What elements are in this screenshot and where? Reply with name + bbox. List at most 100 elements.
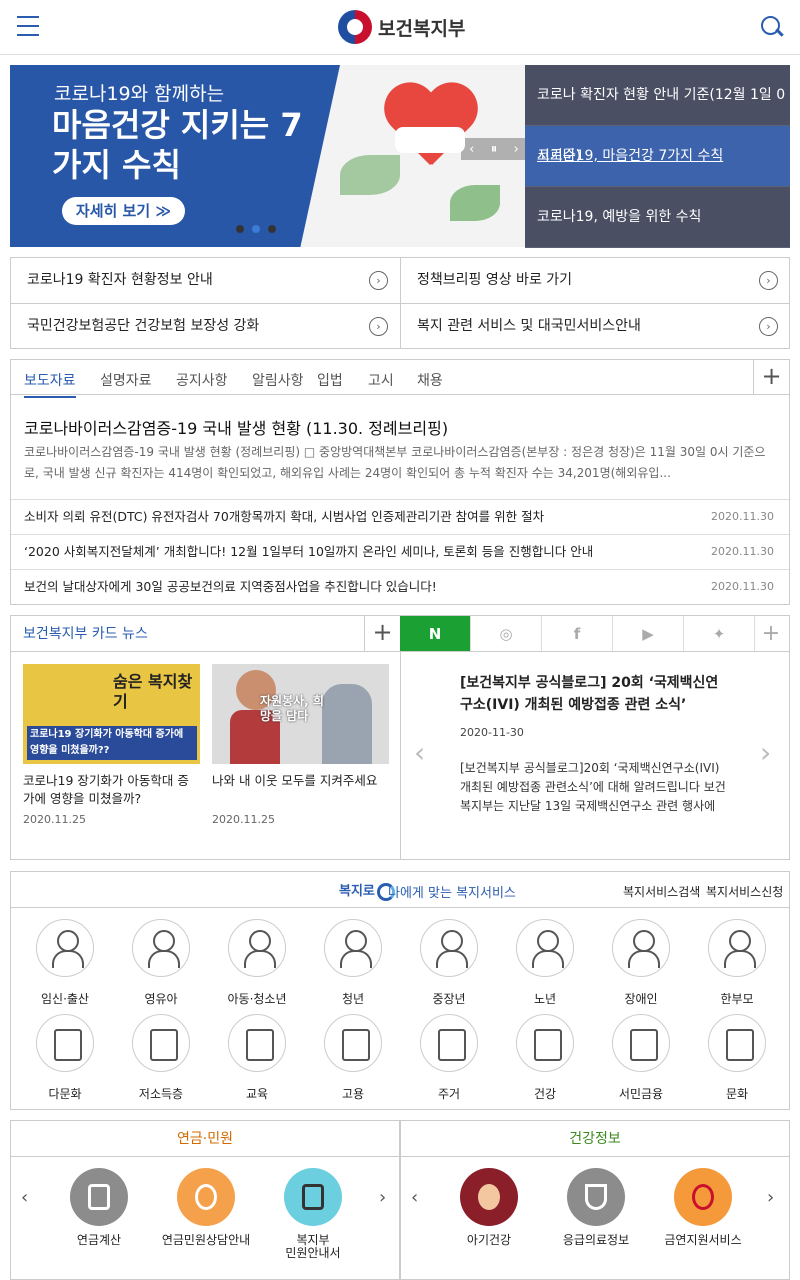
hamburger-icon[interactable] <box>17 16 39 36</box>
next-arrow-icon[interactable]: › <box>514 142 519 157</box>
youtube-icon[interactable]: ▶ <box>613 616 684 651</box>
more-plus-icon[interactable]: + <box>364 616 400 652</box>
site-logo[interactable]: 보건복지부 <box>338 10 465 44</box>
twitter-icon[interactable]: ✦ <box>684 616 755 651</box>
pregnancy-icon <box>36 919 94 977</box>
quick-link[interactable]: 코로나19 확진자 현황정보 안내 › <box>11 258 400 303</box>
quick-link[interactable]: 정책브리핑 영상 바로 가기 › <box>401 258 790 303</box>
chevron-left-icon[interactable]: ‹ <box>21 1187 28 1208</box>
pension-calc-button[interactable]: 연금계산 <box>49 1168 149 1247</box>
disabled-icon-button[interactable]: 장애인 <box>593 919 689 1007</box>
news-row-date: 2020.11.30 <box>711 580 774 593</box>
senior-icon-button[interactable]: 노년 <box>497 919 593 1007</box>
sns-post-body[interactable]: [보건복지부 공식블로그]20회 ‘국제백신연구소(IVI) 개최된 예방접종 … <box>460 759 726 817</box>
card-caption[interactable]: 나와 내 이웃 모두를 지켜주세요 <box>212 772 389 790</box>
chevron-right-icon[interactable]: › <box>767 1187 774 1208</box>
prev-arrow-icon[interactable]: ‹ <box>469 142 474 157</box>
banner-side-item-active[interactable]: 코로나19, 마음건강 7가지 수칙 <box>525 126 790 187</box>
banner-side-item[interactable]: 코로나19, 예방을 위한 수칙 <box>525 187 790 248</box>
card-caption[interactable]: 코로나19 장기화가 아동학대 증가에 영향을 미쳤을까? <box>23 772 200 808</box>
youth-icon-button[interactable]: 아동·청소년 <box>209 919 305 1007</box>
quick-link[interactable]: 복지 관련 서비스 및 대국민서비스안내 › <box>401 304 790 349</box>
page-dot[interactable] <box>268 225 276 233</box>
welfare-apply-link[interactable]: 복지서비스신청 <box>706 883 783 900</box>
more-plus-icon[interactable]: + <box>753 360 789 395</box>
tab-explanation[interactable]: 설명자료 <box>100 370 152 390</box>
icon-label: 한부모 <box>720 992 754 1006</box>
bokjiro-logo[interactable]: 복지로 <box>339 880 395 901</box>
housing-icon-button[interactable]: 주거 <box>401 1014 497 1102</box>
tab-notification[interactable]: 고시 <box>368 370 394 390</box>
news-row-date: 2020.11.30 <box>711 510 774 523</box>
medical-bowl-icon <box>567 1168 625 1226</box>
emergency-info-button[interactable]: 응급의료정보 <box>546 1168 646 1247</box>
instagram-icon[interactable]: ◎ <box>471 616 542 651</box>
featured-news-body[interactable]: 코로나바이러스감염증-19 국내 발생 현황 (정례브리핑) □ 중앙방역대책본… <box>24 442 779 484</box>
banner-side-item[interactable]: 코로나 확진자 현황 안내 기준(12월 1일 0시기준) <box>525 65 790 164</box>
welfare-title: 나에게 맞는 복지서비스 <box>388 886 516 901</box>
low-income-icon-button[interactable]: 저소득층 <box>113 1014 209 1102</box>
header: 보건복지부 <box>0 0 800 55</box>
banner-title: 마음건강 지키는 7가지 수칙 <box>52 106 303 184</box>
facebook-icon[interactable]: f <box>542 616 613 651</box>
multicultural-icon-button[interactable]: 다문화 <box>17 1014 113 1102</box>
page-dot[interactable] <box>236 225 244 233</box>
bokjiro-logo-text: 복지로 <box>339 884 375 899</box>
finance-icon-button[interactable]: 서민금융 <box>593 1014 689 1102</box>
civil-guide-button[interactable]: 복지부 민원안내서 <box>263 1168 363 1260</box>
tab-notice[interactable]: 공지사항 <box>176 370 228 390</box>
icon-label: 고용 <box>341 1087 365 1101</box>
house-icon <box>420 1014 478 1072</box>
banner-subtitle: 코로나19와 함께하는 <box>54 83 225 105</box>
quick-link[interactable]: 국민건강보험공단 건강보험 보장성 강화 › <box>11 304 400 349</box>
phone-icon <box>177 1168 235 1226</box>
arrow-right-icon: › <box>759 317 778 336</box>
chevron-right-icon[interactable]: › <box>379 1187 386 1208</box>
main-banner[interactable]: 코로나19와 함께하는 마음건강 지키는 7가지 수칙 자세히 보기 ≫ ‹ ⏸… <box>10 65 525 247</box>
sns-post-title[interactable]: [보건복지부 공식블로그] 20회 ‘국제백신연구소(IVI) 개최된 예방접종… <box>460 672 730 716</box>
arrow-right-icon: › <box>369 271 388 290</box>
naver-blog-icon[interactable]: N <box>400 616 471 651</box>
single-parent-icon-button[interactable]: 한부모 <box>689 919 785 1007</box>
page-dot-active[interactable] <box>252 225 260 233</box>
education-icon-button[interactable]: 교육 <box>209 1014 305 1102</box>
search-icon[interactable] <box>761 16 783 38</box>
chevron-left-icon[interactable]: ‹ <box>414 736 425 769</box>
tab-recruit[interactable]: 채용 <box>417 370 443 390</box>
more-plus-icon[interactable]: + <box>755 616 787 651</box>
news-tabs: 보도자료 설명자료 공지사항 알림사항 입법 고시 채용 + <box>11 360 789 398</box>
baby-health-button[interactable]: 아기건강 <box>439 1168 539 1247</box>
health-icon-button[interactable]: 건강 <box>497 1014 593 1102</box>
welfare-search-link[interactable]: 복지서비스검색 <box>623 883 700 900</box>
news-row[interactable]: 보건의 날대상자에게 30일 공공보건의료 지역중점사업을 추진합니다 있습니다… <box>11 569 789 604</box>
icon-label: 다문화 <box>48 1087 82 1101</box>
banner-more-button[interactable]: 자세히 보기 ≫ <box>62 197 185 225</box>
pause-icon[interactable]: ⏸ <box>491 142 498 157</box>
quit-smoking-button[interactable]: 금연지원서비스 <box>653 1168 753 1247</box>
card-thumbnail[interactable]: 숨은 복지찾기 코로나19 장기화가 아동학대 증가에 영향을 미쳤을까?? <box>23 664 200 764</box>
news-row[interactable]: 소비자 의뢰 유전(DTC) 유전자검사 70개항목까지 확대, 시범사업 인증… <box>11 499 789 534</box>
young-adult-icon-button[interactable]: 청년 <box>305 919 401 1007</box>
culture-icon-button[interactable]: 문화 <box>689 1014 785 1102</box>
infant-icon-button[interactable]: 영유아 <box>113 919 209 1007</box>
icon-label: 주거 <box>437 1087 461 1101</box>
employment-icon-button[interactable]: 고용 <box>305 1014 401 1102</box>
card-news: 보건복지부 카드 뉴스 + 숨은 복지찾기 코로나19 장기화가 아동학대 증가에… <box>10 615 401 860</box>
icon-label: 중장년 <box>432 992 466 1006</box>
news-row[interactable]: ‘2020 사회복지전달체계’ 개최합니다! 12월 1일부터 10일까지 온라… <box>11 534 789 569</box>
chevron-left-icon[interactable]: ‹ <box>411 1187 418 1208</box>
card-thumbnail[interactable]: 자원봉사, 희망을 담다 <box>212 664 389 764</box>
chevron-right-icon[interactable]: › <box>760 736 771 769</box>
pension-consult-button[interactable]: 연금민원상담안내 <box>156 1168 256 1247</box>
featured-news-title[interactable]: 코로나바이러스감염증-19 국내 발생 현황 (11.30. 정례브리핑) <box>24 415 448 439</box>
pregnancy-icon-button[interactable]: 임신·출산 <box>17 919 113 1007</box>
tab-announcement[interactable]: 알림사항 <box>252 370 304 390</box>
icon-label: 건강 <box>533 1087 557 1101</box>
icon-label: 청년 <box>341 992 365 1006</box>
health-box: 건강정보 ‹ › 아기건강 응급의료정보 금연지원서비스 <box>400 1120 790 1280</box>
card-news-title[interactable]: 보건복지부 카드 뉴스 <box>23 626 148 642</box>
tab-legislation[interactable]: 입법 <box>317 370 343 390</box>
sns-panel: N ◎ f ▶ ✦ + ‹ › [보건복지부 공식블로그] 20회 ‘국제백신연… <box>400 615 790 860</box>
tab-press-release[interactable]: 보도자료 <box>24 370 76 398</box>
middle-age-icon-button[interactable]: 중장년 <box>401 919 497 1007</box>
